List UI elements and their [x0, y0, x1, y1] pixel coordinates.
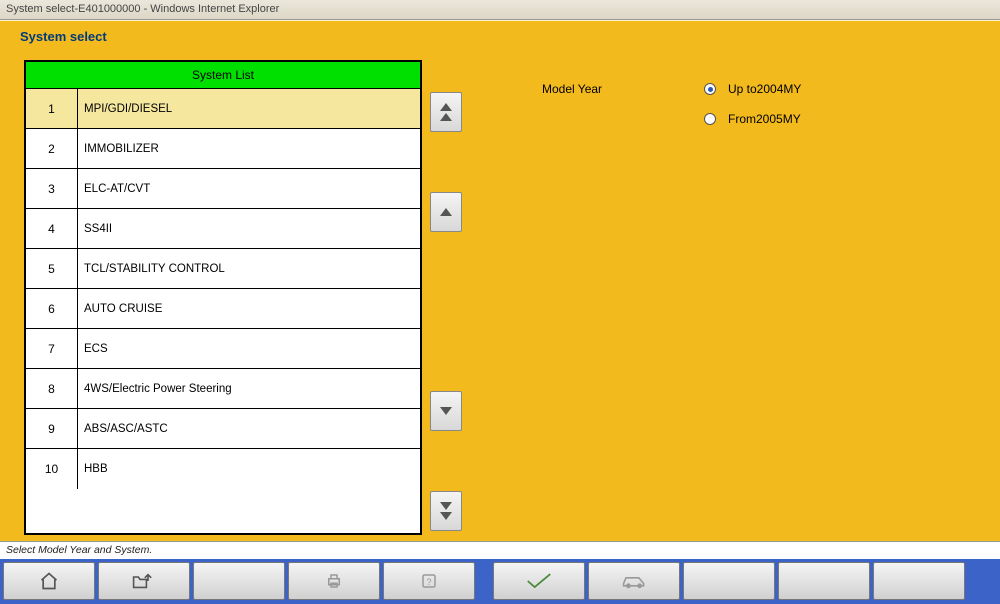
toolbar-button-9[interactable]: [778, 562, 870, 600]
home-icon: [38, 571, 60, 591]
toolbar-button-10[interactable]: [873, 562, 965, 600]
help-icon: ?: [419, 572, 439, 590]
row-label: AUTO CRUISE: [78, 303, 162, 315]
row-number: 10: [26, 449, 78, 489]
window-titlebar: System select-E401000000 - Windows Inter…: [0, 0, 1000, 20]
system-row-5[interactable]: 6AUTO CRUISE: [26, 289, 420, 329]
system-list-table: System List 1MPI/GDI/DIESEL2IMMOBILIZER3…: [24, 60, 422, 535]
row-number: 5: [26, 249, 78, 288]
print-button[interactable]: [288, 562, 380, 600]
row-number: 6: [26, 289, 78, 328]
system-row-7[interactable]: 84WS/Electric Power Steering: [26, 369, 420, 409]
chevron-down-icon: [440, 407, 452, 415]
system-row-8[interactable]: 9ABS/ASC/ASTC: [26, 409, 420, 449]
folder-up-icon: [132, 571, 156, 591]
row-label: ECS: [78, 343, 108, 355]
help-button[interactable]: ?: [383, 562, 475, 600]
row-number: 2: [26, 129, 78, 168]
system-row-3[interactable]: 4SS4II: [26, 209, 420, 249]
system-row-4[interactable]: 5TCL/STABILITY CONTROL: [26, 249, 420, 289]
row-label: IMMOBILIZER: [78, 143, 159, 155]
radio-unchecked-icon: [704, 113, 716, 125]
double-chevron-up-icon: [440, 103, 452, 121]
home-button[interactable]: [3, 562, 95, 600]
right-panel: Model Year Up to2004MY From2005MY: [472, 60, 986, 535]
car-icon: [621, 573, 647, 589]
vehicle-button[interactable]: [588, 562, 680, 600]
system-row-9[interactable]: 10HBB: [26, 449, 420, 489]
row-number: 9: [26, 409, 78, 448]
row-label: HBB: [78, 463, 108, 475]
row-label: ABS/ASC/ASTC: [78, 423, 168, 435]
row-number: 1: [26, 89, 78, 128]
row-label: 4WS/Electric Power Steering: [78, 383, 232, 395]
up-button[interactable]: [98, 562, 190, 600]
page-title: System select: [20, 29, 107, 44]
page-header: System select: [0, 20, 1000, 50]
chevron-up-icon: [440, 208, 452, 216]
system-row-0[interactable]: 1MPI/GDI/DIESEL: [26, 89, 420, 129]
print-icon: [324, 572, 344, 590]
scroll-bottom-button[interactable]: [430, 491, 462, 531]
main-area: System List 1MPI/GDI/DIESEL2IMMOBILIZER3…: [0, 50, 1000, 541]
left-panel: System List 1MPI/GDI/DIESEL2IMMOBILIZER3…: [24, 60, 464, 535]
model-year-label: Model Year: [542, 82, 692, 96]
model-year-row-1: From2005MY: [542, 104, 966, 134]
scroll-top-button[interactable]: [430, 92, 462, 132]
bottom-toolbar: ?: [0, 559, 1000, 604]
status-bar: Select Model Year and System.: [0, 541, 1000, 559]
double-chevron-down-icon: [440, 502, 452, 520]
model-year-option-0[interactable]: Up to2004MY: [728, 82, 801, 96]
system-list-header: System List: [26, 62, 420, 89]
row-label: SS4II: [78, 223, 112, 235]
check-icon: [526, 572, 552, 590]
row-number: 3: [26, 169, 78, 208]
model-year-radio-1[interactable]: [692, 113, 728, 125]
model-year-option-1[interactable]: From2005MY: [728, 112, 801, 126]
system-row-2[interactable]: 3ELC-AT/CVT: [26, 169, 420, 209]
svg-text:?: ?: [426, 577, 431, 587]
scroll-down-button[interactable]: [430, 391, 462, 431]
system-row-1[interactable]: 2IMMOBILIZER: [26, 129, 420, 169]
radio-checked-icon: [704, 83, 716, 95]
row-number: 7: [26, 329, 78, 368]
model-year-radio-0[interactable]: [692, 83, 728, 95]
row-number: 8: [26, 369, 78, 408]
scroll-column: [430, 60, 462, 535]
model-year-row-0: Model Year Up to2004MY: [542, 74, 966, 104]
toolbar-button-3[interactable]: [193, 562, 285, 600]
confirm-button[interactable]: [493, 562, 585, 600]
status-text: Select Model Year and System.: [6, 544, 152, 556]
toolbar-button-8[interactable]: [683, 562, 775, 600]
row-label: TCL/STABILITY CONTROL: [78, 263, 225, 275]
row-label: MPI/GDI/DIESEL: [78, 103, 172, 115]
row-label: ELC-AT/CVT: [78, 183, 150, 195]
scroll-up-button[interactable]: [430, 192, 462, 232]
row-number: 4: [26, 209, 78, 248]
window-title-text: System select-E401000000 - Windows Inter…: [6, 3, 279, 15]
system-row-6[interactable]: 7ECS: [26, 329, 420, 369]
